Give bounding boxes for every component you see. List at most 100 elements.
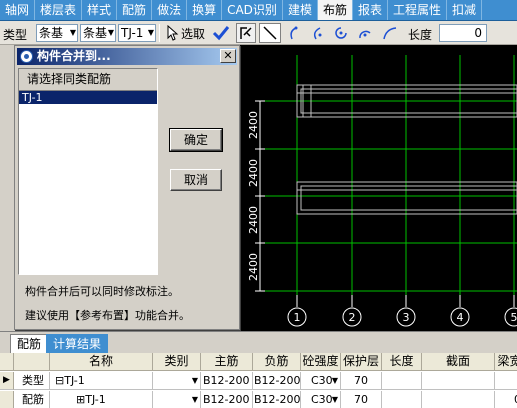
merge-component-dialog: 构件合并到... ✕ 请选择同类配筋 TJ-1 确定 取消 构件合并后可以同时修… bbox=[14, 45, 240, 330]
column-header-beam-width[interactable]: 梁宽 bbox=[495, 353, 517, 371]
arc-end-button[interactable] bbox=[355, 23, 375, 43]
subtype-combo[interactable]: 条基 ▼ bbox=[80, 24, 116, 42]
cursor-arrow-icon bbox=[167, 25, 179, 41]
type-combo-value: 条基 bbox=[39, 26, 64, 40]
cover-cell[interactable]: 70 bbox=[341, 372, 382, 390]
diagonal-line-icon bbox=[263, 26, 277, 40]
length-cell[interactable] bbox=[382, 391, 422, 408]
column-header-cover[interactable]: 保护层 bbox=[341, 353, 382, 371]
drawing-canvas[interactable]: 2400 2400 2400 2400 1 2 3 4 5 bbox=[237, 45, 517, 331]
negative-rebar-cell[interactable]: B12-200 bbox=[253, 372, 301, 390]
menu-place-rebar[interactable]: 布筋 bbox=[317, 0, 353, 20]
arc-center-icon bbox=[313, 27, 322, 40]
draw-line-button[interactable] bbox=[259, 23, 281, 43]
column-header-concrete-grade[interactable]: 砼强度 bbox=[301, 353, 341, 371]
arc-icon bbox=[290, 26, 298, 40]
table-row[interactable]: ▶ 类型 ⊟TJ-1 ▼ B12-200 B12-200 C30 ▼ 70 bbox=[0, 372, 517, 390]
column-header-length[interactable]: 长度 bbox=[382, 353, 422, 371]
dimension-label: 2400 bbox=[247, 159, 260, 187]
arc-end-icon bbox=[359, 30, 371, 39]
confirm-check-button[interactable] bbox=[211, 23, 231, 43]
menu-modeling[interactable]: 建模 bbox=[283, 0, 318, 20]
menu-cad-recognition[interactable]: CAD识别 bbox=[222, 0, 283, 20]
column-header-negative-rebar[interactable]: 负筋 bbox=[253, 353, 301, 371]
tangent-arc-icon bbox=[383, 27, 397, 40]
table-row[interactable]: 配筋 ⊞TJ-1 ▼ B12-200 B12-200 C30▼ 70 0 bbox=[0, 391, 517, 408]
name-value: TJ-1 bbox=[64, 374, 85, 387]
name-value: TJ-1 bbox=[85, 393, 106, 406]
concrete-grade-cell[interactable]: C30 ▼ bbox=[301, 372, 341, 390]
app-logo-icon bbox=[20, 50, 33, 63]
table-header: 名称 类别 主筋 负筋 砼强度 保护层 长度 截面 梁宽 bbox=[0, 353, 517, 371]
dimension-label: 2400 bbox=[247, 111, 260, 139]
menu-style[interactable]: 样式 bbox=[82, 0, 118, 20]
column-header-name[interactable]: 名称 bbox=[50, 353, 153, 371]
close-button[interactable]: ✕ bbox=[220, 49, 236, 63]
collapse-tree-icon[interactable]: ⊟ bbox=[55, 374, 64, 387]
column-header-section[interactable]: 截面 bbox=[422, 353, 495, 371]
menu-reinforcement[interactable]: 配筋 bbox=[117, 0, 153, 20]
list-item[interactable]: TJ-1 bbox=[19, 91, 157, 104]
tab-reinforcement[interactable]: 配筋 bbox=[10, 334, 49, 353]
component-combo[interactable]: TJ-1 ▼ bbox=[118, 24, 156, 42]
main-rebar-cell[interactable]: B12-200 bbox=[201, 391, 253, 408]
arc-center-button[interactable] bbox=[307, 23, 327, 43]
tangent-arc-button[interactable] bbox=[380, 23, 400, 43]
arc-three-point-button[interactable] bbox=[284, 23, 304, 43]
chevron-down-icon[interactable]: ▼ bbox=[192, 391, 198, 408]
column-header-blank bbox=[14, 353, 50, 371]
tab-calculation-results[interactable]: 计算结果 bbox=[46, 334, 109, 353]
length-cell[interactable] bbox=[382, 372, 422, 390]
chevron-down-icon[interactable]: ▼ bbox=[332, 372, 338, 389]
length-input[interactable]: 0 bbox=[439, 24, 487, 42]
category-cell[interactable]: ▼ bbox=[153, 391, 201, 408]
chevron-down-icon[interactable]: ▼ bbox=[192, 372, 198, 389]
axis-label: 4 bbox=[457, 311, 464, 324]
circle-button[interactable] bbox=[331, 23, 351, 43]
menu-report[interactable]: 报表 bbox=[353, 0, 388, 20]
dialog-title: 构件合并到... bbox=[37, 49, 111, 63]
beam-width-cell[interactable]: 0 bbox=[495, 391, 517, 408]
row-label: 配筋 bbox=[14, 391, 50, 408]
menu-deduction[interactable]: 扣减 bbox=[447, 0, 483, 20]
section-cell[interactable] bbox=[422, 372, 495, 390]
column-header-main-rebar[interactable]: 主筋 bbox=[201, 353, 253, 371]
chevron-down-icon[interactable]: ▼ bbox=[332, 391, 338, 408]
menu-bar: 轴网 楼层表 样式 配筋 做法 换算 CAD识别 建模 布筋 报表 工程属性 扣… bbox=[0, 0, 517, 21]
axis-label: 1 bbox=[294, 311, 301, 324]
section-cell[interactable] bbox=[422, 391, 495, 408]
main-rebar-cell[interactable]: B12-200 bbox=[201, 372, 253, 390]
menu-method[interactable]: 做法 bbox=[152, 0, 188, 20]
expand-tree-icon[interactable]: ⊞ bbox=[76, 393, 85, 406]
negative-rebar-cell[interactable]: B12-200 bbox=[253, 391, 301, 408]
rebar-edit-button[interactable] bbox=[236, 23, 256, 43]
menu-conversion[interactable]: 换算 bbox=[187, 0, 223, 20]
circle-arc-icon bbox=[335, 27, 347, 39]
cancel-button[interactable]: 取消 bbox=[170, 169, 222, 191]
category-cell[interactable]: ▼ bbox=[153, 372, 201, 390]
name-cell[interactable]: ⊞TJ-1 bbox=[50, 391, 153, 408]
beam-width-cell[interactable] bbox=[495, 372, 517, 390]
concrete-grade-value: C30 bbox=[311, 393, 333, 406]
toolbar: 类型 条基 ▼ 条基 ▼ TJ-1 ▼ 选取 长度 0 bbox=[0, 21, 517, 45]
axis-label: 2 bbox=[349, 311, 356, 324]
bottom-tab-bar: 配筋 计算结果 bbox=[0, 331, 517, 353]
menu-floor-table[interactable]: 楼层表 bbox=[35, 0, 83, 20]
component-combo-value: TJ-1 bbox=[121, 26, 144, 40]
chevron-down-icon: ▼ bbox=[69, 28, 76, 37]
concrete-grade-cell[interactable]: C30 ▼ bbox=[301, 391, 341, 408]
menu-axis-grid[interactable]: 轴网 bbox=[0, 0, 36, 20]
type-combo[interactable]: 条基 ▼ bbox=[36, 24, 78, 42]
dialog-titlebar[interactable]: 构件合并到... ✕ bbox=[17, 48, 237, 65]
select-button[interactable]: 选取 bbox=[163, 23, 209, 43]
length-label: 长度 bbox=[408, 28, 433, 42]
name-cell[interactable]: ⊟TJ-1 bbox=[50, 372, 153, 390]
type-label: 类型 bbox=[3, 28, 28, 42]
toolbar-separator bbox=[159, 24, 160, 42]
column-header-category[interactable]: 类别 bbox=[153, 353, 201, 371]
row-header-corner bbox=[0, 353, 14, 371]
menu-project-properties[interactable]: 工程属性 bbox=[388, 0, 447, 20]
rebar-list: 请选择同类配筋 TJ-1 bbox=[18, 68, 158, 275]
cover-cell[interactable]: 70 bbox=[341, 391, 382, 408]
ok-button[interactable]: 确定 bbox=[169, 128, 223, 152]
